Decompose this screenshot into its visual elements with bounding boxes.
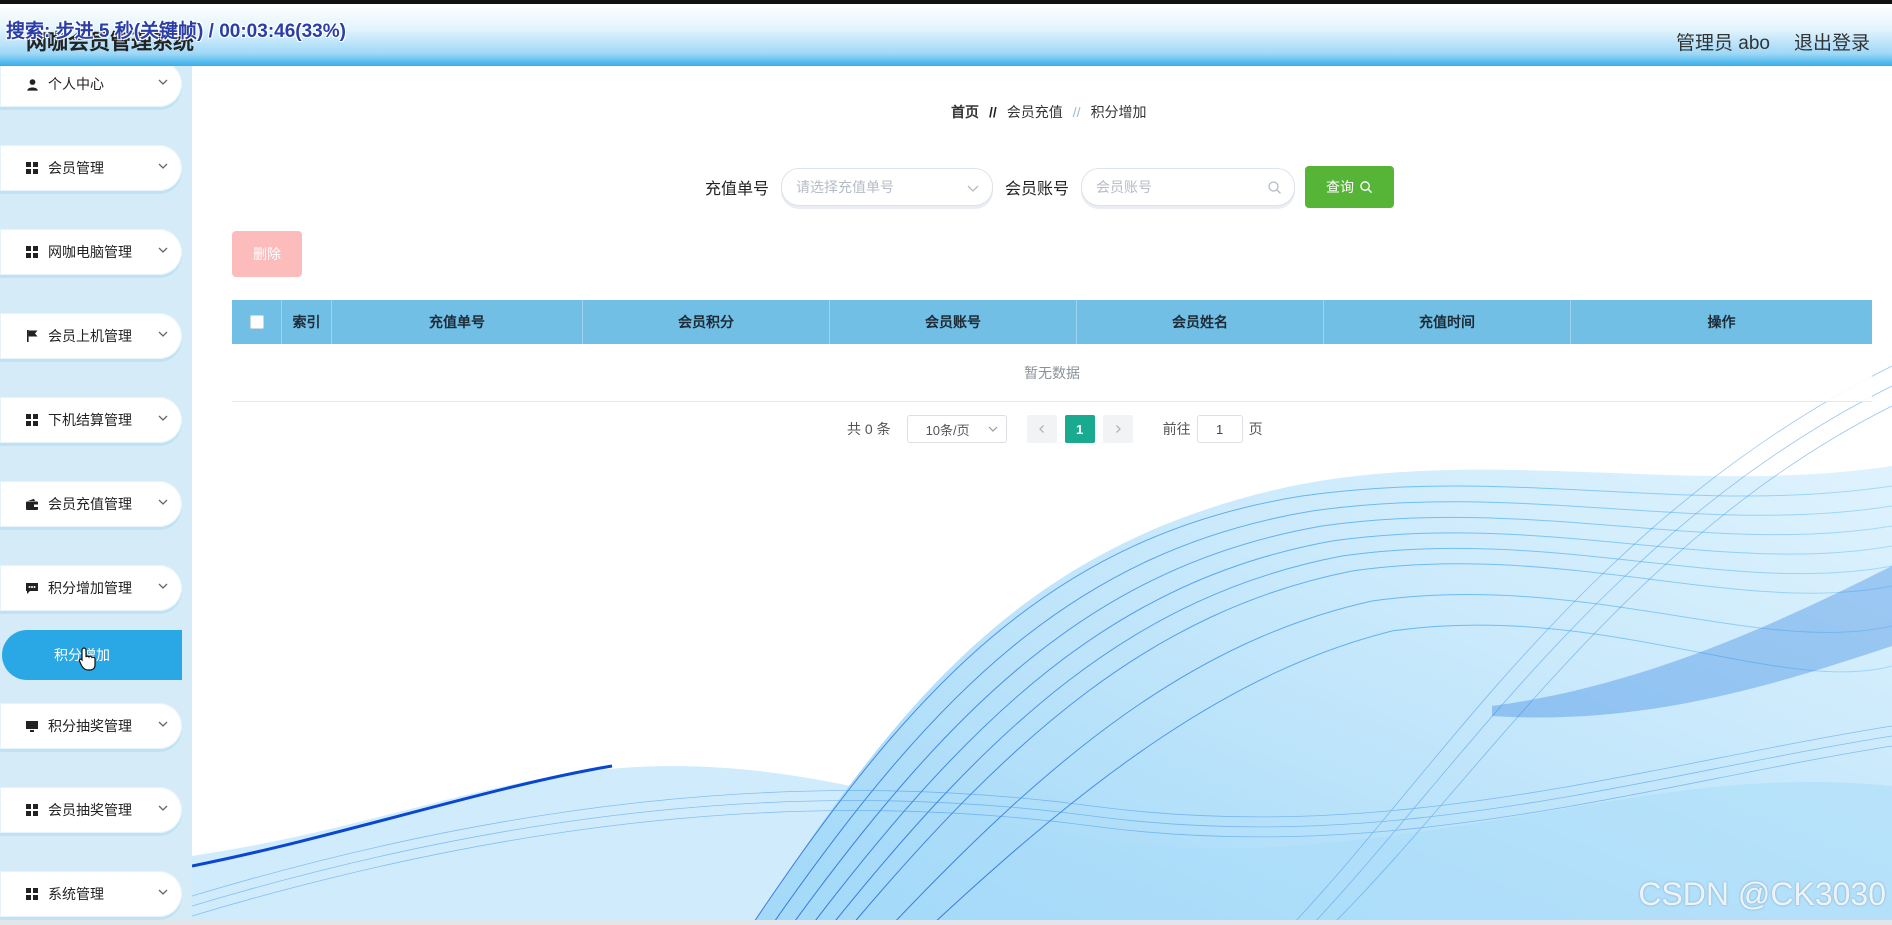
- search-icon: [1360, 181, 1373, 194]
- goto-suffix: 页: [1248, 421, 1263, 437]
- logout-link[interactable]: 退出登录: [1794, 28, 1870, 55]
- page-size-select[interactable]: 10条/页: [906, 415, 1007, 443]
- sidebar-item-label: 积分增加管理: [48, 580, 132, 596]
- select-all-cell: [232, 300, 282, 344]
- bottom-scrollbar: [0, 920, 1892, 925]
- order-number-label: 充值单号: [705, 181, 770, 198]
- goto-page-input[interactable]: 1: [1196, 415, 1243, 443]
- sidebar-item-label: 网咖电脑管理: [48, 244, 132, 260]
- sidebar-item-computers[interactable]: 网咖电脑管理: [0, 229, 182, 275]
- chevron-down-icon: [158, 79, 168, 85]
- breadcrumb-current: 积分增加: [1090, 104, 1147, 120]
- header-actions: 管理员 abo 退出登录: [1676, 28, 1870, 55]
- mouse-cursor-icon: [78, 647, 96, 671]
- column-header: 充值单号: [332, 300, 583, 344]
- account-placeholder: 会员账号: [1096, 179, 1153, 195]
- chevron-down-icon: [158, 415, 168, 421]
- query-button[interactable]: 查询: [1305, 166, 1395, 208]
- prev-page-button[interactable]: [1026, 415, 1057, 443]
- goto-label: 前往: [1162, 421, 1191, 437]
- delete-button[interactable]: 删除: [232, 231, 302, 277]
- chevron-down-icon: [158, 163, 168, 169]
- sidebar: 个人中心 会员管理 网咖电脑管理 会员上机管理 下机结算管理 会员充值管理 积分…: [0, 66, 192, 925]
- wallet-icon: [24, 496, 40, 512]
- goto-page: 前往 1 页: [1163, 415, 1263, 443]
- grid-icon: [24, 244, 40, 260]
- flag-icon: [24, 328, 40, 344]
- grid-icon: [24, 802, 40, 818]
- chevron-down-icon: [158, 805, 168, 811]
- column-header: 会员积分: [583, 300, 830, 344]
- page-size-value: 10条/页: [925, 422, 970, 438]
- sidebar-item-label: 个人中心: [48, 76, 104, 92]
- chevron-down-icon: [158, 721, 168, 727]
- sidebar-item-member-lottery[interactable]: 会员抽奖管理: [0, 787, 182, 833]
- breadcrumb: 首页 // 会员充值 // 积分增加: [951, 102, 1147, 122]
- breadcrumb-separator: //: [1072, 104, 1081, 120]
- chat-icon: [24, 580, 40, 596]
- order-number-select[interactable]: 请选择充值单号: [781, 168, 994, 206]
- sidebar-item-points-lottery[interactable]: 积分抽奖管理: [0, 703, 182, 749]
- sidebar-item-personal-center[interactable]: 个人中心: [0, 66, 182, 107]
- chevron-down-icon: [988, 426, 998, 432]
- breadcrumb-home[interactable]: 首页: [951, 102, 979, 122]
- sidebar-item-label: 积分抽奖管理: [48, 718, 132, 734]
- watermark: CSDN @CK3030: [1638, 876, 1886, 912]
- column-header: 充值时间: [1324, 300, 1571, 344]
- sidebar-item-recharge[interactable]: 会员充值管理: [0, 481, 182, 527]
- user-icon: [24, 76, 40, 92]
- sidebar-item-login-sessions[interactable]: 会员上机管理: [0, 313, 182, 359]
- sidebar-item-label: 会员充值管理: [48, 496, 132, 512]
- sidebar-item-label: 下机结算管理: [48, 412, 132, 428]
- chevron-down-icon: [158, 331, 168, 337]
- chevron-left-icon: [1038, 425, 1044, 433]
- pagination-total: 共 0 条: [847, 421, 891, 437]
- video-overlay-text: 搜索: 步进 5 秒(关键帧) / 00:03:46(33%): [6, 21, 346, 42]
- breadcrumb-separator: //: [989, 104, 997, 120]
- sidebar-item-label: 会员上机管理: [48, 328, 132, 344]
- pagination: 共 0 条 10条/页 1 前往 1 页: [847, 415, 1263, 443]
- sidebar-item-points-add[interactable]: 积分增加管理: [0, 565, 182, 611]
- chevron-down-icon: [158, 889, 168, 895]
- monitor-icon: [24, 718, 40, 734]
- data-table: 索引 充值单号 会员积分 会员账号 会员姓名 充值时间 操作 暂无数据: [232, 300, 1872, 402]
- chevron-down-icon: [158, 583, 168, 589]
- breadcrumb-recharge: 会员充值: [1006, 104, 1063, 120]
- table-header: 索引 充值单号 会员积分 会员账号 会员姓名 充值时间 操作: [232, 300, 1872, 344]
- search-icon: [1268, 181, 1281, 194]
- search-bar: 充值单号 请选择充值单号 会员账号 会员账号 查询: [705, 166, 1395, 208]
- account-label: 会员账号: [1005, 181, 1070, 198]
- chevron-right-icon: [1115, 425, 1121, 433]
- query-button-label: 查询: [1326, 179, 1355, 195]
- grid-icon: [24, 412, 40, 428]
- sidebar-item-member[interactable]: 会员管理: [0, 145, 182, 191]
- chevron-down-icon: [158, 247, 168, 253]
- sidebar-item-label: 会员抽奖管理: [48, 802, 132, 818]
- column-header: 会员账号: [830, 300, 1077, 344]
- chevron-down-icon: [967, 185, 979, 192]
- main-content: 首页 // 会员充值 // 积分增加 充值单号 请选择充值单号 会员账号 会员账…: [192, 66, 1892, 925]
- sidebar-item-label: 会员管理: [48, 160, 104, 176]
- select-all-checkbox[interactable]: [249, 315, 264, 329]
- page-number-current[interactable]: 1: [1064, 415, 1095, 443]
- current-user[interactable]: 管理员 abo: [1676, 28, 1770, 55]
- column-header: 操作: [1707, 314, 1736, 330]
- grid-icon: [24, 160, 40, 176]
- chevron-down-icon: [158, 499, 168, 505]
- column-header: 会员姓名: [1077, 300, 1324, 344]
- order-number-placeholder: 请选择充值单号: [796, 179, 895, 195]
- grid-icon: [24, 886, 40, 902]
- sidebar-item-label: 系统管理: [48, 886, 104, 902]
- table-empty-state: 暂无数据: [232, 344, 1872, 402]
- sidebar-item-checkout[interactable]: 下机结算管理: [0, 397, 182, 443]
- account-input[interactable]: 会员账号: [1081, 168, 1296, 206]
- column-header: 索引: [282, 300, 332, 344]
- next-page-button[interactable]: [1102, 415, 1133, 443]
- sidebar-item-system[interactable]: 系统管理: [0, 871, 182, 917]
- app-header: 网咖会员管理系统 搜索: 步进 5 秒(关键帧) / 00:03:46(33%)…: [0, 4, 1892, 66]
